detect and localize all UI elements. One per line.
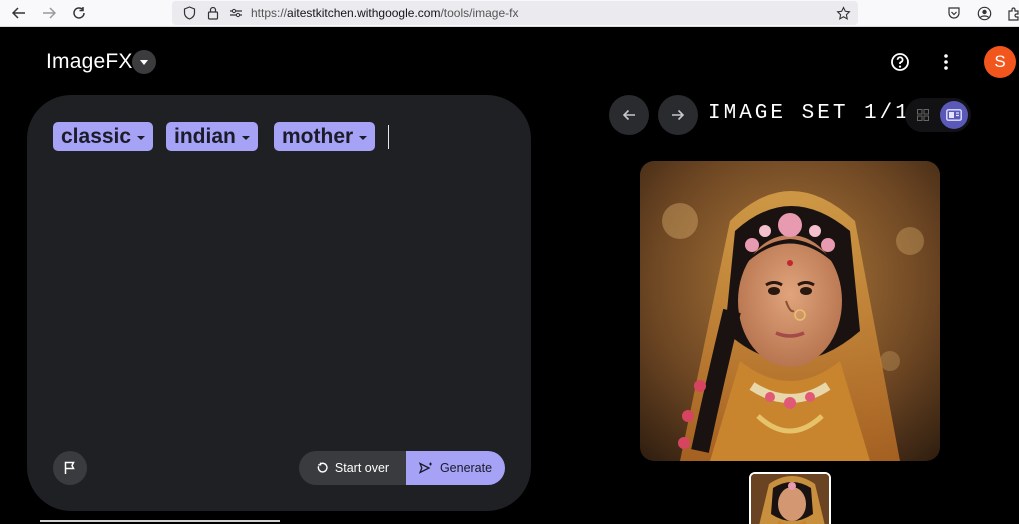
- account-icon[interactable]: [975, 4, 993, 22]
- image-thumbnail[interactable]: [749, 472, 831, 524]
- help-icon[interactable]: [888, 50, 912, 74]
- reload-icon[interactable]: [69, 3, 89, 23]
- generate-icon: [418, 462, 432, 474]
- generate-button[interactable]: Generate: [406, 451, 505, 485]
- chevron-down-icon: [359, 135, 368, 140]
- prompt-chip-mother[interactable]: mother: [274, 122, 376, 151]
- arrow-right-icon[interactable]: [658, 95, 698, 135]
- text-cursor[interactable]: [388, 125, 389, 149]
- prompt-chip-classic[interactable]: classic: [53, 122, 154, 151]
- avatar[interactable]: S: [984, 46, 1016, 78]
- chevron-down-icon: [137, 135, 146, 140]
- arrow-left-icon[interactable]: [609, 95, 649, 135]
- chip-label: indian: [174, 124, 236, 148]
- single-view-icon[interactable]: [940, 101, 968, 129]
- start-over-label: Start over: [334, 461, 390, 475]
- image-set-label: IMAGE SET 1/1: [708, 102, 911, 125]
- address-bar[interactable]: https://aitestkitchen.withgoogle.com/too…: [172, 1, 858, 25]
- chevron-down-icon[interactable]: [132, 50, 156, 74]
- prompt-panel: classic indian mother Start over Generat…: [27, 95, 531, 511]
- flag-icon[interactable]: [53, 451, 87, 485]
- chevron-down-icon: [241, 135, 250, 140]
- generated-image[interactable]: [640, 161, 940, 461]
- more-vert-icon[interactable]: [934, 50, 958, 74]
- back-icon[interactable]: [9, 3, 29, 23]
- extensions-icon[interactable]: [1004, 4, 1019, 22]
- reset-icon: [317, 462, 328, 473]
- generate-label: Generate: [439, 461, 493, 475]
- chip-label: mother: [282, 124, 354, 148]
- forward-icon[interactable]: [39, 3, 59, 23]
- scroll-indicator: [40, 520, 280, 522]
- url-text: https://aitestkitchen.withgoogle.com/too…: [251, 6, 519, 20]
- browser-toolbar: https://aitestkitchen.withgoogle.com/too…: [0, 0, 1019, 27]
- pocket-icon[interactable]: [945, 4, 963, 22]
- lock-icon[interactable]: [204, 4, 222, 22]
- start-over-button[interactable]: Start over: [299, 451, 406, 485]
- star-icon[interactable]: [834, 4, 852, 22]
- chip-label: classic: [61, 124, 132, 148]
- prompt-actions: Start over Generate: [299, 451, 505, 485]
- view-toggle: [905, 98, 971, 132]
- app-logo[interactable]: ImageFX: [46, 50, 133, 74]
- permissions-icon[interactable]: [227, 4, 245, 22]
- prompt-chip-indian[interactable]: indian: [166, 122, 258, 151]
- shield-icon[interactable]: [180, 4, 198, 22]
- grid-view-icon[interactable]: [908, 101, 938, 129]
